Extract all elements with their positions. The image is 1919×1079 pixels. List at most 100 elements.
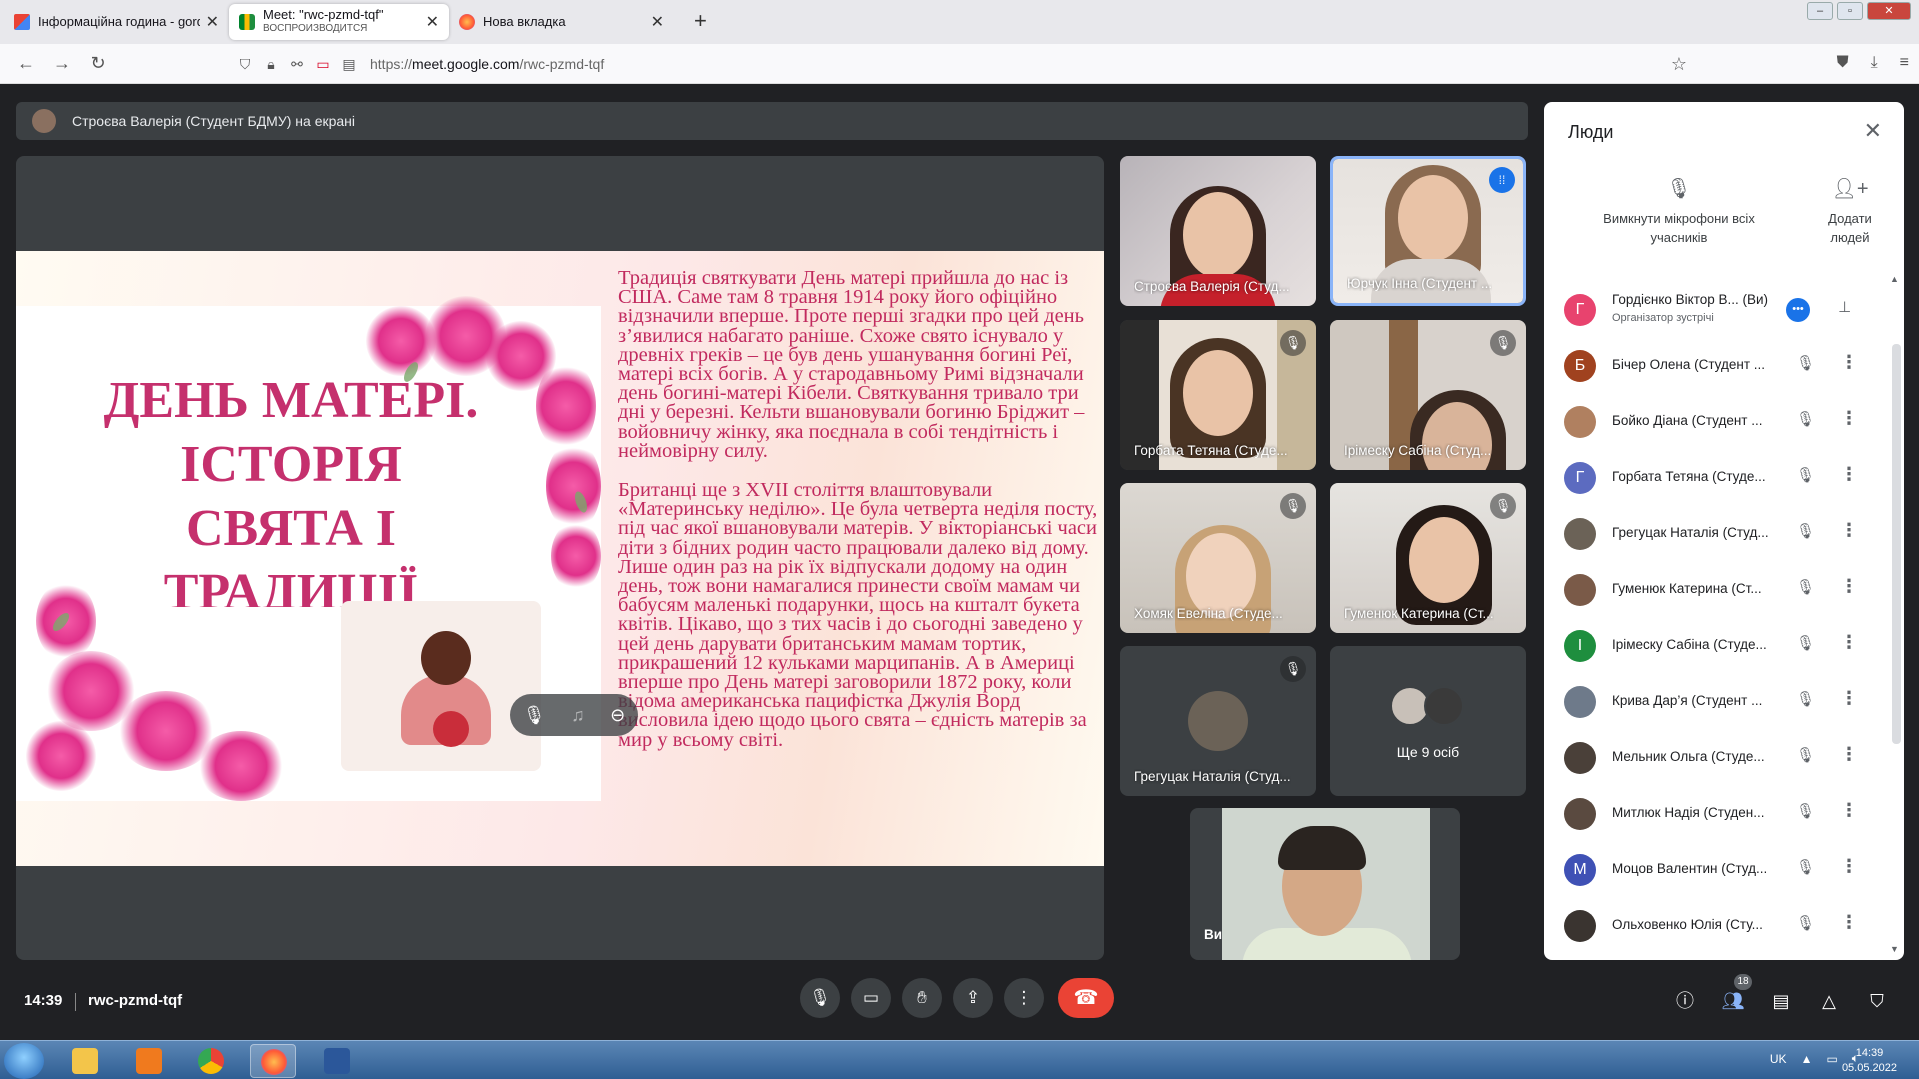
bookmark-star-icon[interactable]: ☆ (1671, 54, 1687, 75)
participant-tile[interactable]: 🎙︎ Грегуцак Наталія (Студ... (1120, 646, 1316, 796)
self-view-tile[interactable]: Ви (1190, 808, 1460, 960)
host-controls-icon[interactable]: ⛉ (1864, 988, 1890, 1014)
participant-row[interactable]: Гуменюк Катерина (Ст... 🎙︎ ⋮ (1544, 562, 1888, 618)
participant-tile[interactable]: 🎙︎ Хомяк Евеліна (Студе... (1120, 483, 1316, 633)
mic-off-icon[interactable]: 🎙︎ (1796, 634, 1815, 652)
participant-name: Грегуцак Наталія (Студ... (1612, 525, 1769, 540)
participant-row[interactable]: М Моцов Валентин (Студ... 🎙︎ ⋮ (1544, 842, 1888, 898)
participant-menu-icon[interactable]: ⋮ (1840, 632, 1858, 653)
participant-row[interactable]: Крива Дар’я (Студент ... 🎙︎ ⋮ (1544, 674, 1888, 730)
pocket-icon[interactable]: ⛊ (1837, 54, 1849, 72)
participant-row[interactable]: Ольховенко Юлія (Сту... 🎙︎ ⋮ (1544, 898, 1888, 954)
start-button[interactable] (4, 1043, 44, 1079)
participant-row[interactable]: Г Гордієнко Віктор В... (Ви) Організатор з… (1544, 282, 1888, 338)
back-button[interactable]: ← (8, 53, 44, 74)
more-options-button[interactable]: ⋮ (1004, 978, 1044, 1018)
present-screen-button[interactable]: ⇪ (953, 978, 993, 1018)
mic-off-icon[interactable]: 🎙︎ (1796, 858, 1815, 876)
camera-button[interactable]: ▭ (851, 978, 891, 1018)
tray-expand-icon[interactable]: ▲ (1801, 1052, 1813, 1066)
participant-menu-icon[interactable]: ⋮ (1840, 912, 1858, 933)
chat-icon[interactable]: ▤ (1768, 988, 1794, 1014)
more-participants-tile[interactable]: Ще 9 осіб (1330, 646, 1526, 796)
participant-menu-icon[interactable]: ⋮ (1840, 744, 1858, 765)
participant-tile[interactable]: 🎙︎ Горбата Тетяна (Студе... (1120, 320, 1316, 470)
participant-menu-icon[interactable]: ⋮ (1840, 520, 1858, 541)
activities-icon[interactable]: △ (1816, 988, 1842, 1014)
explorer-taskbar-button[interactable] (62, 1044, 108, 1078)
new-tab-button[interactable]: + (694, 8, 707, 34)
participant-menu-icon[interactable]: ⋮ (1840, 856, 1858, 877)
taskbar-clock[interactable]: 14:39 05.05.2022 (1842, 1046, 1897, 1076)
people-icon[interactable]: 👥︎ (1720, 988, 1746, 1014)
participant-name: Гуменюк Катерина (Ст... (1612, 581, 1762, 596)
tab-gmail[interactable]: Інформаційна година - gordie ✕ (4, 4, 229, 40)
participant-row[interactable]: Мельник Ольга (Студе... 🎙︎ ⋮ (1544, 730, 1888, 786)
permissions-icon[interactable]: ⚯ (284, 56, 310, 73)
pin-icon[interactable]: ⊥ (1838, 298, 1851, 316)
participant-tile-speaking[interactable]: ⁞⁞ Юрчук Інна (Студент ... (1330, 156, 1526, 306)
mic-off-icon[interactable]: 🎙︎ (1796, 690, 1815, 708)
participant-tile[interactable]: 🎙︎ Гуменюк Катерина (Ст... (1330, 483, 1526, 633)
participant-avatar (1424, 686, 1464, 726)
participant-menu-icon[interactable]: ⋮ (1840, 408, 1858, 429)
close-tab-icon[interactable]: ✕ (426, 12, 439, 32)
participant-menu-icon[interactable]: ⋮ (1840, 800, 1858, 821)
chrome-taskbar-button[interactable] (188, 1044, 234, 1078)
language-indicator[interactable]: UK (1770, 1052, 1787, 1066)
mic-off-icon[interactable]: 🎙︎ (1796, 578, 1815, 596)
meeting-details-icon[interactable]: ⓘ (1672, 988, 1698, 1014)
url-text[interactable]: https://meet.google.com/rwc-pzmd-tqf (370, 56, 604, 72)
participant-row[interactable]: Грегуцак Наталія (Студ... 🎙︎ ⋮ (1544, 506, 1888, 562)
raise-hand-button[interactable]: ✋︎ (902, 978, 942, 1018)
add-people-button[interactable]: 👤︎+ Додати людей (1810, 179, 1890, 247)
participant-row[interactable]: Б Бічер Олена (Студент ... 🎙︎ ⋮ (1544, 338, 1888, 394)
word-taskbar-button[interactable] (314, 1044, 360, 1078)
participant-row[interactable]: Митлюк Надія (Студен... 🎙︎ ⋮ (1544, 786, 1888, 842)
network-icon[interactable]: ▭ (1826, 1052, 1837, 1066)
mic-off-icon[interactable]: 🎙︎ (523, 705, 546, 726)
mic-off-icon[interactable]: 🎙︎ (1796, 522, 1815, 540)
maximize-button[interactable]: ▫ (1837, 2, 1863, 20)
mic-off-icon[interactable]: 🎙︎ (1796, 354, 1815, 372)
mic-off-icon[interactable]: 🎙︎ (1796, 914, 1815, 932)
participant-row[interactable]: І Ірімеску Сабіна (Студе... 🎙︎ ⋮ (1544, 618, 1888, 674)
close-panel-icon[interactable]: ✕ (1864, 118, 1882, 144)
address-bar[interactable]: ⛉ 🔒︎ ⚯ ▭ ▤ https://meet.google.com/rwc-p… (232, 50, 1702, 78)
shield-icon[interactable]: ⛉ (232, 56, 258, 73)
mic-off-icon[interactable]: 🎙︎ (1796, 746, 1815, 764)
firefox-taskbar-button[interactable] (250, 1044, 296, 1078)
reload-button[interactable]: ↻ (80, 53, 116, 74)
remove-icon[interactable]: ⊖ (610, 705, 625, 726)
mic-off-icon[interactable]: 🎙︎ (1796, 410, 1815, 428)
participant-menu-icon[interactable]: ⋮ (1840, 464, 1858, 485)
flower-decoration (196, 731, 286, 801)
forward-button[interactable]: → (44, 53, 80, 74)
panel-scrollbar[interactable]: ▲ ▼ (1890, 274, 1902, 954)
tab-meet[interactable]: Meet: "rwc-pzmd-tqf" ВОСПРОИЗВОДИТСЯ ✕ (229, 4, 449, 40)
participant-menu-icon[interactable]: ⋮ (1840, 576, 1858, 597)
participant-menu-icon[interactable]: ⋮ (1840, 352, 1858, 373)
minimize-button[interactable]: – (1807, 2, 1833, 20)
pdf-app-taskbar-button[interactable] (126, 1044, 172, 1078)
close-tab-icon[interactable]: ✕ (651, 12, 664, 32)
microphone-button[interactable]: 🎙︎ (800, 978, 840, 1018)
audio-off-icon[interactable]: ♫ (571, 705, 585, 726)
camera-sharing-icon[interactable]: ▭ (310, 56, 336, 73)
menu-icon[interactable]: ≡ (1900, 54, 1909, 72)
participant-row[interactable]: Г Горбата Тетяна (Студе... 🎙︎ ⋮ (1544, 450, 1888, 506)
participant-menu-icon[interactable]: ⋮ (1840, 688, 1858, 709)
participant-tile[interactable]: Строєва Валерія (Студ... (1120, 156, 1316, 306)
tab-new[interactable]: Нова вкладка ✕ (449, 4, 674, 40)
end-call-button[interactable]: ☎︎ (1058, 978, 1114, 1018)
downloads-icon[interactable]: ⤓ (1871, 54, 1878, 72)
close-tab-icon[interactable]: ✕ (206, 12, 219, 32)
mute-all-button[interactable]: 🎙︎ Вимкнути мікрофони всіх учасників (1574, 179, 1784, 247)
reader-icon[interactable]: ▤ (336, 56, 362, 73)
window-close-button[interactable]: ✕ (1867, 2, 1911, 20)
mic-off-icon[interactable]: 🎙︎ (1796, 466, 1815, 484)
participant-tile[interactable]: 🎙︎ Ірімеску Сабіна (Студ... (1330, 320, 1526, 470)
lock-icon[interactable]: 🔒︎ (258, 56, 284, 73)
mic-off-icon[interactable]: 🎙︎ (1796, 802, 1815, 820)
participant-row[interactable]: Бойко Діана (Студент ... 🎙︎ ⋮ (1544, 394, 1888, 450)
